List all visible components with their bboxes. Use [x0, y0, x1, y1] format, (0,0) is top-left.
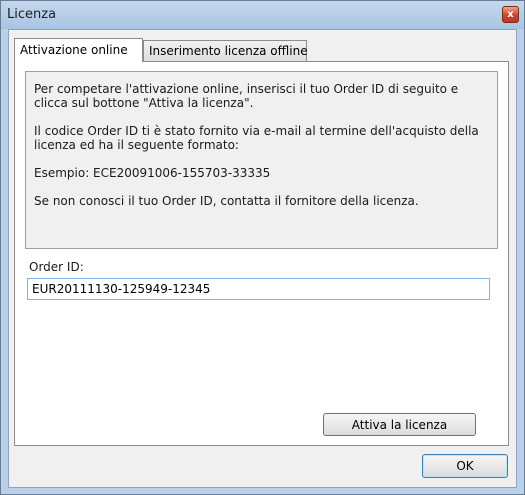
tab-offline-license[interactable]: Inserimento licenza offline — [143, 40, 308, 62]
license-dialog: Licenza x Attivazione online Inserimento… — [0, 0, 525, 495]
tab-panel-online: Per competare l'attivazione online, inse… — [14, 61, 509, 446]
window-title: Licenza — [7, 7, 57, 22]
order-id-info-text: Il codice Order ID ti è stato fornito vi… — [34, 124, 479, 152]
dialog-body: Attivazione online Inserimento licenza o… — [8, 29, 517, 488]
activate-license-button[interactable]: Attiva la licenza — [323, 413, 476, 436]
instructions-text: Per competare l'attivazione online, inse… — [34, 82, 459, 110]
contact-vendor-text: Se non conosci il tuo Order ID, contatta… — [34, 194, 419, 208]
tab-online-activation[interactable]: Attivazione online — [14, 38, 143, 62]
ok-button[interactable]: OK — [422, 454, 508, 478]
order-id-example: Esempio: ECE20091006-155703-33335 — [34, 166, 271, 180]
instructions-box: Per competare l'attivazione online, inse… — [25, 71, 498, 249]
order-id-label: Order ID: — [29, 260, 84, 274]
close-icon[interactable]: x — [502, 6, 519, 23]
order-id-input[interactable] — [27, 278, 490, 300]
title-bar[interactable]: Licenza x — [1, 1, 524, 29]
